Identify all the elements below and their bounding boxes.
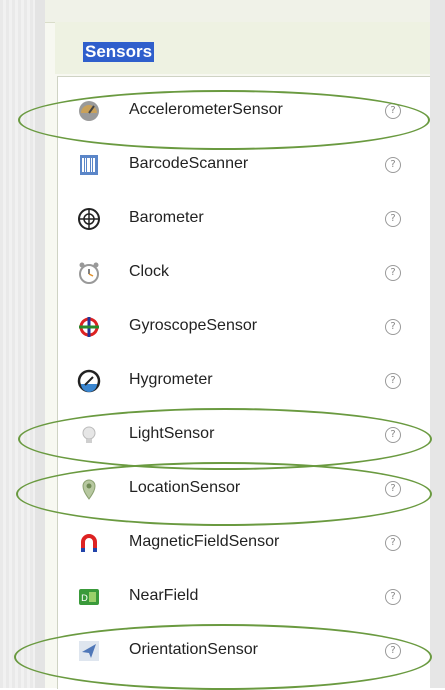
list-item-lightsensor[interactable]: LightSensor ? <box>58 409 430 461</box>
list-item-nearfield[interactable]: D NearField ? <box>58 571 430 623</box>
magnetic-field-icon <box>81 534 97 552</box>
item-label: LocationSensor <box>129 479 241 496</box>
item-label: LightSensor <box>129 425 215 442</box>
clock-icon <box>79 262 99 284</box>
help-icon[interactable]: ? <box>385 589 401 605</box>
barometer-icon <box>78 208 100 230</box>
left-gutter-edge <box>35 0 45 688</box>
help-icon[interactable]: ? <box>385 103 401 119</box>
list-item-clock[interactable]: Clock ? <box>58 247 430 299</box>
gyroscope-icon <box>79 317 99 337</box>
list-item-barcodescanner[interactable]: BarcodeScanner ? <box>58 139 430 191</box>
palette-panel: Sensors AccelerometerSensor ? BarcodeSca… <box>45 0 430 689</box>
barcode-scanner-icon <box>80 155 98 175</box>
help-icon[interactable]: ? <box>385 319 401 335</box>
list-item-gyroscopesensor[interactable]: GyroscopeSensor ? <box>58 301 430 353</box>
item-label: Barometer <box>129 209 204 226</box>
help-icon[interactable]: ? <box>385 211 401 227</box>
item-label: NearField <box>129 587 199 604</box>
help-icon[interactable]: ? <box>385 643 401 659</box>
help-icon[interactable]: ? <box>385 373 401 389</box>
svg-text:D: D <box>81 594 88 604</box>
right-scroll-gutter <box>430 0 445 688</box>
orientation-sensor-icon <box>79 641 99 661</box>
near-field-icon: D <box>79 589 99 605</box>
item-label: MagneticFieldSensor <box>129 533 280 550</box>
list-item-hygrometer[interactable]: Hygrometer ? <box>58 355 430 407</box>
item-label: Hygrometer <box>129 371 213 388</box>
list-item-magneticfieldsensor[interactable]: MagneticFieldSensor ? <box>58 517 430 569</box>
item-label: GyroscopeSensor <box>129 317 258 334</box>
location-sensor-icon <box>82 479 96 500</box>
palette-top-bar <box>45 0 430 23</box>
left-scroll-gutter <box>0 0 35 688</box>
list-item-orientationsensor[interactable]: OrientationSensor ? <box>58 625 430 677</box>
item-label: BarcodeScanner <box>129 155 249 172</box>
item-label: OrientationSensor <box>129 641 258 658</box>
light-sensor-icon <box>82 426 96 443</box>
component-list: AccelerometerSensor ? BarcodeScanner ? B… <box>57 76 430 689</box>
item-label: AccelerometerSensor <box>129 101 283 118</box>
list-item-accelerometersensor[interactable]: AccelerometerSensor ? <box>58 85 430 137</box>
category-title[interactable]: Sensors <box>83 42 155 62</box>
hygrometer-icon <box>77 369 101 393</box>
accelerometer-icon <box>79 101 99 121</box>
list-item-locationsensor[interactable]: LocationSensor ? <box>58 463 430 515</box>
help-icon[interactable]: ? <box>385 265 401 281</box>
help-icon[interactable]: ? <box>385 535 401 551</box>
item-label: Clock <box>129 263 170 280</box>
help-icon[interactable]: ? <box>385 157 401 173</box>
help-icon[interactable]: ? <box>385 427 401 443</box>
list-item-barometer[interactable]: Barometer ? <box>58 193 430 245</box>
help-icon[interactable]: ? <box>385 481 401 497</box>
